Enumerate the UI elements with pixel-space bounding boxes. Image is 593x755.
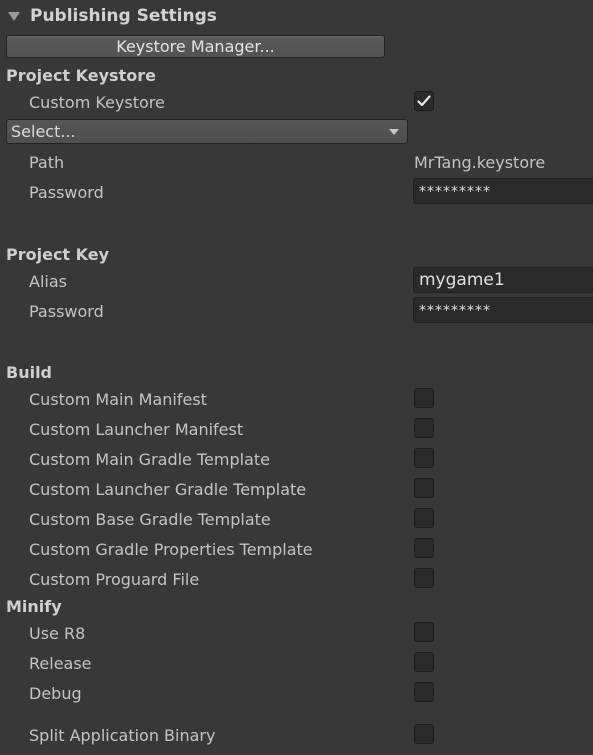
publishing-settings-panel: Publishing Settings Keystore Manager... … [0,0,593,755]
alias-label: Alias [29,271,67,291]
split-application-binary-label: Split Application Binary [29,725,216,745]
custom-main-manifest-checkbox[interactable] [414,388,434,408]
custom-main-gradle-template-checkbox[interactable] [414,448,434,468]
foldout-title: Publishing Settings [30,6,217,26]
custom-launcher-manifest-label: Custom Launcher Manifest [29,419,244,439]
minify-debug-label: Debug [29,683,82,703]
project-keystore-heading: Project Keystore [6,65,156,85]
custom-keystore-label: Custom Keystore [29,92,165,112]
keystore-path-value: MrTang.keystore [414,152,546,172]
custom-proguard-file-label: Custom Proguard File [29,569,200,589]
build-heading: Build [6,362,53,382]
keystore-path-label: Path [29,152,65,172]
publishing-settings-foldout[interactable]: Publishing Settings [6,5,217,27]
key-password-label: Password [29,301,104,321]
checkmark-icon [417,95,431,107]
custom-launcher-gradle-template-label: Custom Launcher Gradle Template [29,479,307,499]
keystore-password-field[interactable]: ********* [413,178,593,204]
minify-debug-checkbox[interactable] [414,682,434,702]
project-key-heading: Project Key [6,244,110,264]
use-r8-checkbox[interactable] [414,622,434,642]
minify-release-checkbox[interactable] [414,652,434,672]
custom-launcher-gradle-template-checkbox[interactable] [414,478,434,498]
minify-heading: Minify [6,596,62,616]
keystore-select-value: Select... [11,122,76,141]
dropdown-arrow-icon [389,129,399,135]
alias-field[interactable]: mygame1 [413,267,593,293]
custom-base-gradle-template-checkbox[interactable] [414,508,434,528]
use-r8-label: Use R8 [29,623,86,643]
custom-launcher-manifest-checkbox[interactable] [414,418,434,438]
keystore-password-label: Password [29,182,104,202]
custom-gradle-properties-template-checkbox[interactable] [414,538,434,558]
custom-gradle-properties-template-label: Custom Gradle Properties Template [29,539,313,559]
custom-main-gradle-template-label: Custom Main Gradle Template [29,449,270,469]
custom-main-manifest-label: Custom Main Manifest [29,389,207,409]
custom-proguard-file-checkbox[interactable] [414,568,434,588]
key-password-field[interactable]: ********* [413,297,593,323]
keystore-select-dropdown[interactable]: Select... [6,119,408,144]
custom-base-gradle-template-label: Custom Base Gradle Template [29,509,271,529]
split-application-binary-checkbox[interactable] [414,724,434,744]
custom-keystore-checkbox[interactable] [414,91,434,111]
minify-release-label: Release [29,653,92,673]
foldout-arrow-icon[interactable] [8,11,20,21]
keystore-manager-button[interactable]: Keystore Manager... [6,35,385,58]
